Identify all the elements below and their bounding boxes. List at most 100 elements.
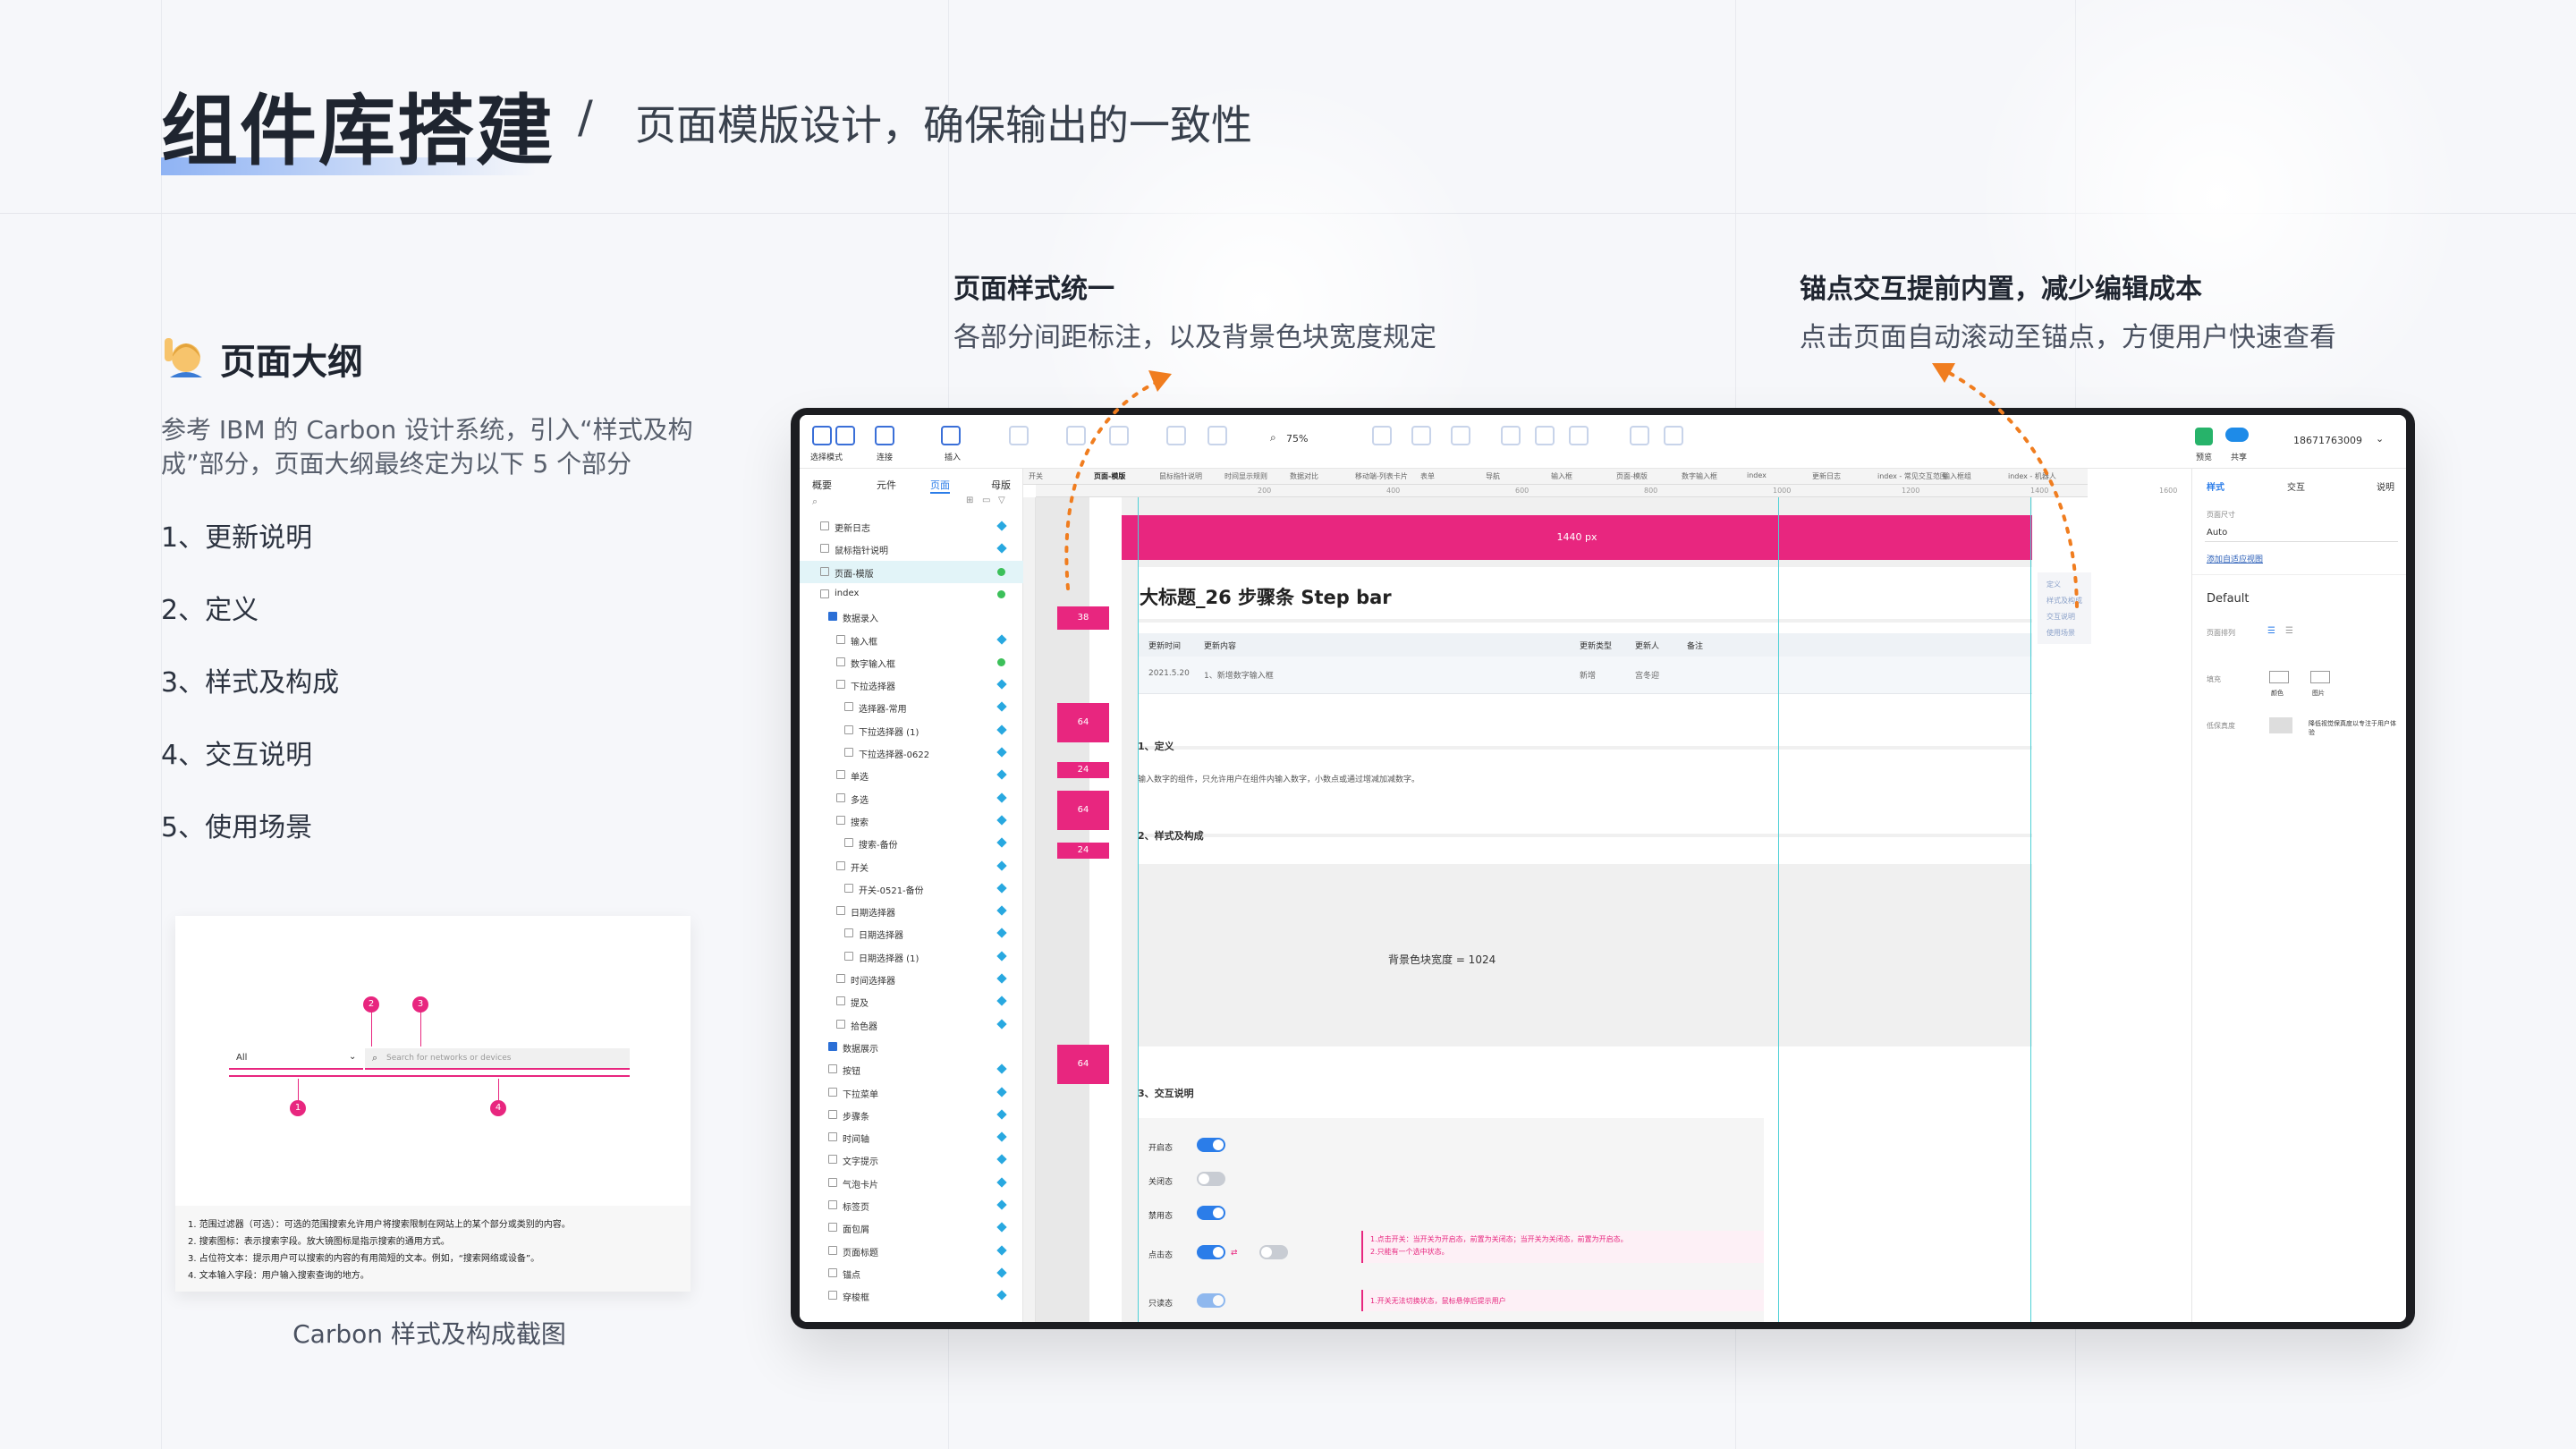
page-tree-item[interactable]: 步骤条	[800, 1104, 1023, 1126]
page-tree-item[interactable]: 日期选择器 (1)	[800, 945, 1023, 968]
account-menu[interactable]: 18671763009	[2293, 435, 2362, 446]
filter-icon[interactable]: ▽	[998, 496, 1005, 505]
tab-style[interactable]: 样式	[2207, 479, 2224, 493]
toolbar-icon[interactable]	[1569, 426, 1589, 445]
page-tree-item[interactable]: 下拉选择器 (1)	[800, 719, 1023, 741]
toolbar-label: 预览	[2196, 453, 2213, 462]
anchor-link[interactable]: 使用场景	[2046, 628, 2075, 638]
connect-icon[interactable]	[875, 426, 894, 445]
align-left-icon[interactable]: ☰	[2267, 626, 2275, 636]
fill-image-icon[interactable]	[2310, 671, 2330, 683]
page-tree-item[interactable]: 鼠标指针说明	[800, 538, 1023, 560]
page-tree-label: 搜索-备份	[859, 841, 898, 852]
page-tree-item[interactable]: 数字输入框	[800, 651, 1023, 674]
page-tree-item[interactable]: 日期选择器	[800, 900, 1023, 922]
document-tab[interactable]: 页面-模版	[1616, 471, 1648, 481]
page-tree-item[interactable]: 搜索	[800, 809, 1023, 832]
document-tab[interactable]: 数据对比	[1290, 471, 1318, 481]
document-tab[interactable]: 移动端-列表卡片	[1355, 471, 1408, 481]
interaction-note: 1.开关无法切换状态，鼠标悬停后提示用户	[1361, 1290, 1764, 1311]
page-tree-item[interactable]: 开关-0521-备份	[800, 877, 1023, 900]
page-tree-item[interactable]: 时间选择器	[800, 968, 1023, 990]
toggle-on[interactable]	[1197, 1138, 1225, 1152]
toolbar-icon[interactable]	[1208, 426, 1227, 445]
tab-notes[interactable]: 说明	[2377, 479, 2394, 493]
preview-icon[interactable]	[2195, 428, 2213, 445]
interaction-diamond-icon	[996, 1018, 1007, 1030]
toolbar-icon[interactable]	[1451, 426, 1470, 445]
toggle-disabled[interactable]	[1197, 1206, 1225, 1220]
zoom-level[interactable]: 75%	[1286, 433, 1308, 445]
page-tree-item[interactable]: 提及	[800, 990, 1023, 1013]
toolbar-icon[interactable]	[1372, 426, 1392, 445]
document-tab[interactable]: 开关	[1029, 471, 1043, 481]
toggle-click[interactable]	[1197, 1245, 1225, 1259]
page-tree-item[interactable]: 文字提示	[800, 1148, 1023, 1171]
page-tree-item[interactable]: 拾色器	[800, 1013, 1023, 1036]
page-tree-item[interactable]: 下拉选择器-0622	[800, 741, 1023, 764]
page-tree-item[interactable]: 多选	[800, 787, 1023, 809]
toolbar-icon[interactable]	[1664, 426, 1683, 445]
toolbar-icon[interactable]	[1411, 426, 1431, 445]
folder-icon	[828, 612, 837, 622]
search-icon[interactable]: ⌕	[812, 496, 818, 508]
page-tree-item[interactable]: 日期选择器	[800, 922, 1023, 945]
document-tab[interactable]: 更新日志	[1812, 471, 1841, 481]
page-tree-item[interactable]: 单选	[800, 764, 1023, 786]
toolbar-icon[interactable]	[1535, 426, 1555, 445]
page-tree-item[interactable]: 时间轴	[800, 1126, 1023, 1148]
page-tree-item[interactable]: 下拉选择器	[800, 674, 1023, 696]
tab-outline[interactable]: 概要	[812, 478, 832, 492]
page-tree-item[interactable]: 更新日志	[800, 515, 1023, 538]
page-tree-item[interactable]: 输入框	[800, 629, 1023, 651]
document-tab[interactable]: 时间显示规则	[1224, 471, 1267, 481]
frame-icon[interactable]	[835, 426, 855, 445]
page-tree-item[interactable]: 气泡卡片	[800, 1172, 1023, 1194]
page-tree-item[interactable]: 选择器-常用	[800, 696, 1023, 718]
toggle-readonly[interactable]	[1197, 1293, 1225, 1308]
page-tree-item[interactable]: 搜索-备份	[800, 832, 1023, 854]
page-tree-item[interactable]: 穿梭框	[800, 1284, 1023, 1307]
interaction-diamond-icon	[996, 860, 1007, 871]
chevron-down-icon[interactable]: ⌄	[2376, 433, 2384, 445]
page-tree-item[interactable]: 按钮	[800, 1058, 1023, 1080]
section-title: 2、样式及构成	[1138, 830, 1204, 842]
page-tree-item[interactable]: 数据录入	[800, 606, 1023, 628]
page-tree-item[interactable]: index	[800, 583, 1023, 606]
align-center-icon[interactable]: ☰	[2285, 626, 2293, 636]
toolbar-icon[interactable]	[1501, 426, 1521, 445]
tab-masters[interactable]: 母版	[991, 478, 1011, 492]
toolbar-icon[interactable]	[1630, 426, 1649, 445]
document-tab[interactable]: 导航	[1486, 471, 1500, 481]
document-tab[interactable]: 输入框	[1551, 471, 1572, 481]
page-tree-item[interactable]: 开关	[800, 855, 1023, 877]
select-mode-icon[interactable]	[812, 426, 832, 445]
document-tab[interactable]: index	[1747, 471, 1767, 479]
folder-icon[interactable]: ▭	[982, 496, 990, 505]
document-tab[interactable]: 表单	[1420, 471, 1435, 481]
page-tree-item[interactable]: 数据展示	[800, 1036, 1023, 1058]
cloud-share-icon[interactable]	[2225, 428, 2249, 442]
tab-widgets[interactable]: 元件	[877, 478, 896, 492]
fill-color-swatch[interactable]	[2269, 671, 2289, 683]
document-tab[interactable]: 数字输入框	[1682, 471, 1717, 481]
toggle-off[interactable]	[1197, 1172, 1225, 1186]
page-title: 组件库搭建	[161, 87, 555, 176]
page-size-select[interactable]: Auto	[2205, 524, 2398, 542]
low-fidelity-icon[interactable]	[2269, 717, 2292, 733]
style-select[interactable]: Default	[2207, 592, 2250, 606]
page-tree-item[interactable]: 下拉菜单	[800, 1081, 1023, 1104]
spacing-tag: 64	[1057, 1045, 1109, 1084]
add-page-icon[interactable]: ⊞	[966, 496, 973, 505]
tab-interaction[interactable]: 交互	[2287, 479, 2305, 493]
insert-icon[interactable]	[941, 426, 961, 445]
add-adaptive-view-link[interactable]: 添加自适应视图	[2207, 553, 2263, 564]
toggle-click-off[interactable]	[1259, 1245, 1288, 1259]
toolbar-icon[interactable]	[1009, 426, 1029, 445]
page-tree-item[interactable]: 标签页	[800, 1194, 1023, 1216]
page-tree-item[interactable]: 锚点	[800, 1262, 1023, 1284]
page-tree-item[interactable]: 页面-模版	[800, 560, 1023, 583]
tab-pages[interactable]: 页面	[930, 478, 950, 494]
page-tree-item[interactable]: 面包屑	[800, 1216, 1023, 1239]
page-tree-item[interactable]: 页面标题	[800, 1240, 1023, 1262]
